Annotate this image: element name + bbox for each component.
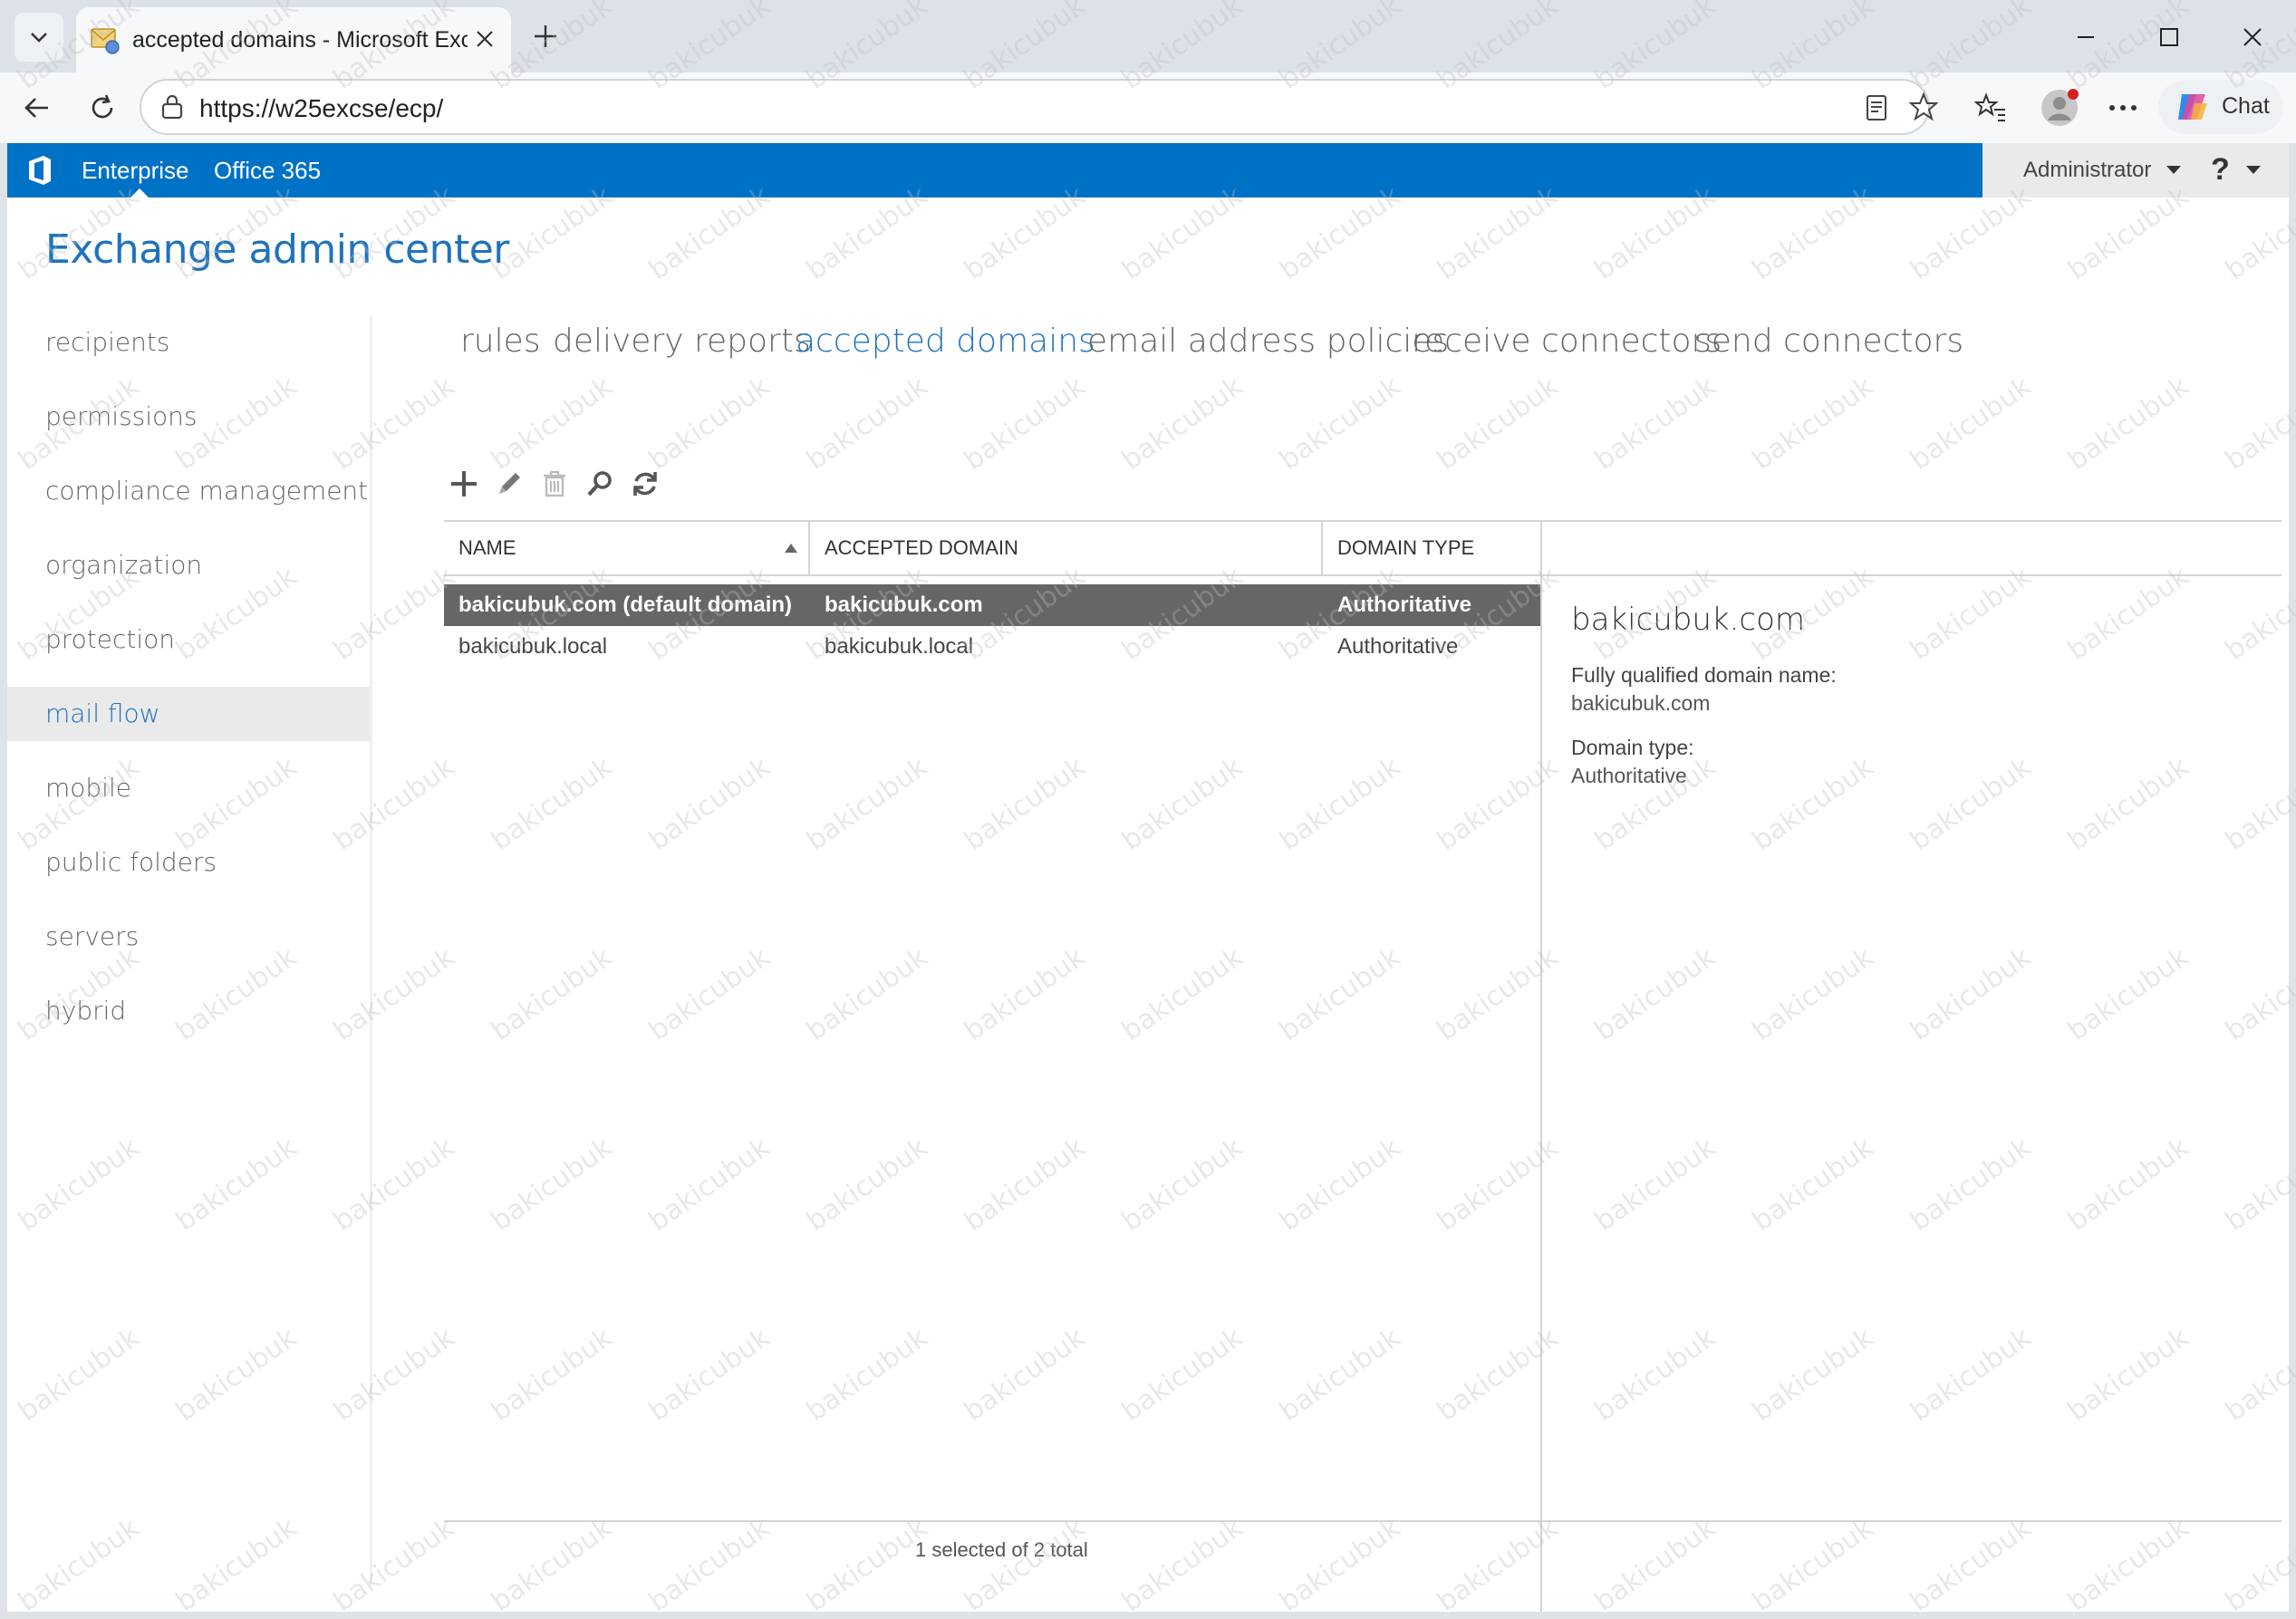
tab-send-connectors[interactable]: send connectors [1694,323,1963,360]
nav-item-servers[interactable]: servers [7,910,370,964]
favorites-button[interactable] [1966,83,2015,132]
profile-button[interactable] [2035,83,2084,132]
column-header-domain-type[interactable]: DOMAIN TYPE [1323,522,1542,574]
refresh-button[interactable] [627,466,663,502]
minimize-button[interactable] [2059,13,2113,62]
nav-item-organization[interactable]: organization [7,538,370,593]
more-menu-button[interactable] [2098,83,2147,132]
table-row[interactable]: bakicubuk.local bakicubuk.local Authorit… [444,626,1542,668]
delete-button [536,466,573,502]
grid-header: NAME ACCEPTED DOMAIN DOMAIN TYPE [444,520,2282,576]
favorite-star-icon[interactable] [1908,92,1939,122]
tab-title: accepted domains - Microsoft Exchange [132,27,468,53]
plus-icon [535,25,556,47]
reader-view-icon[interactable] [1863,93,1890,122]
copilot-chat-button[interactable]: Chat [2158,80,2283,134]
suite-link-enterprise[interactable]: Enterprise [82,157,189,185]
nav-item-compliance-management[interactable]: compliance management [7,464,370,518]
caret-down-icon[interactable] [2166,165,2182,176]
tab-rules[interactable]: rules [460,323,541,360]
url-text[interactable]: https://w25excse/ecp/ [199,94,443,123]
delete-icon [544,470,565,497]
selection-status: 1 selected of 2 total [915,1538,1088,1561]
details-pane-divider [1540,576,1542,1612]
cell-accepted-domain: bakicubuk.local [825,634,974,659]
nav-item-hybrid[interactable]: hybrid [7,984,370,1038]
suite-user-area: Administrator ? [1982,143,2289,198]
nav-divider [370,315,372,1584]
add-button[interactable] [446,466,482,502]
domain-type-value: Authoritative [1571,764,1687,787]
sort-ascending-icon [785,544,797,553]
nav-item-mail-flow[interactable]: mail flow [7,687,370,741]
column-header-name-label: NAME [458,536,516,559]
cell-name: bakicubuk.com (default domain) [458,593,793,617]
copilot-icon [2178,94,2207,120]
browser-toolbar: https://w25excse/ecp/ Chat [0,72,2296,143]
help-menu[interactable]: ? [2211,152,2230,188]
chevron-down-icon [31,33,47,43]
reload-button[interactable] [78,83,127,132]
cell-domain-type: Authoritative [1337,593,1472,617]
tab-email-address-policies[interactable]: email address policies [1087,323,1449,360]
maximize-button[interactable] [2142,13,2196,62]
avatar-icon [2041,89,2079,126]
nav-item-public-folders[interactable]: public folders [7,835,370,890]
fqdn-value: bakicubuk.com [1571,691,1711,715]
suite-link-office365[interactable]: Office 365 [214,157,321,185]
search-button[interactable] [582,466,618,502]
office-logo-icon[interactable] [24,154,56,187]
nav-item-mobile[interactable]: mobile [7,761,370,815]
details-title: bakicubuk.com [1571,602,1806,638]
status-divider [444,1520,2282,1522]
fqdn-label: Fully qualified domain name: [1571,663,1837,687]
eac-page: Enterprise Office 365 Administrator ? Ex… [7,143,2289,1612]
cell-domain-type: Authoritative [1337,634,1459,659]
close-window-button[interactable] [2225,13,2280,62]
domain-type-label: Domain type: [1571,736,1694,759]
suite-bar: Enterprise Office 365 Administrator ? [7,143,2289,198]
tab-close-button[interactable] [468,22,502,56]
active-indicator-caret-icon [130,188,149,198]
column-header-name[interactable]: NAME [444,522,810,574]
tab-list-button[interactable] [14,13,63,62]
back-button[interactable] [13,83,62,132]
arrow-left-icon [24,98,48,118]
chat-label: Chat [2222,93,2270,119]
refresh-icon [92,94,113,119]
lock-icon [161,94,183,120]
tab-accepted-domains[interactable]: accepted domains [796,323,1095,360]
table-row[interactable]: bakicubuk.com (default domain) bakicubuk… [444,584,1542,626]
details-pane: bakicubuk.com Fully qualified domain nam… [1571,602,2260,788]
edit-button[interactable] [491,466,527,502]
nav-item-permissions[interactable]: permissions [7,390,370,444]
browser-tab-strip: accepted domains - Microsoft Exchange [0,0,2296,72]
more-dots-icon [2109,105,2137,111]
column-header-accepted-domain[interactable]: ACCEPTED DOMAIN [810,522,1323,574]
minimize-icon [2078,36,2094,38]
exchange-favicon-icon [91,28,120,54]
nav-item-protection[interactable]: protection [7,612,370,667]
cell-accepted-domain: bakicubuk.com [825,593,983,617]
edit-icon [499,473,520,494]
address-bar[interactable]: https://w25excse/ecp/ [140,79,1939,135]
caret-down-icon[interactable] [2245,165,2262,176]
cell-name: bakicubuk.local [458,634,608,659]
nav-item-recipients[interactable]: recipients [7,315,370,370]
tab-receive-connectors[interactable]: receive connectors [1412,323,1722,360]
user-menu[interactable]: Administrator [2023,158,2151,183]
search-icon [587,471,612,496]
tab-delivery-reports[interactable]: delivery reports [553,323,811,360]
app-title: Exchange admin center [45,226,509,273]
close-icon [2243,28,2262,46]
add-icon [451,471,477,496]
new-tab-button[interactable] [524,14,567,58]
maximize-icon [2160,28,2178,46]
refresh-icon [633,472,657,496]
close-icon [477,31,493,47]
browser-tab[interactable]: accepted domains - Microsoft Exchange [76,7,511,72]
favorites-list-icon [1974,92,2005,121]
